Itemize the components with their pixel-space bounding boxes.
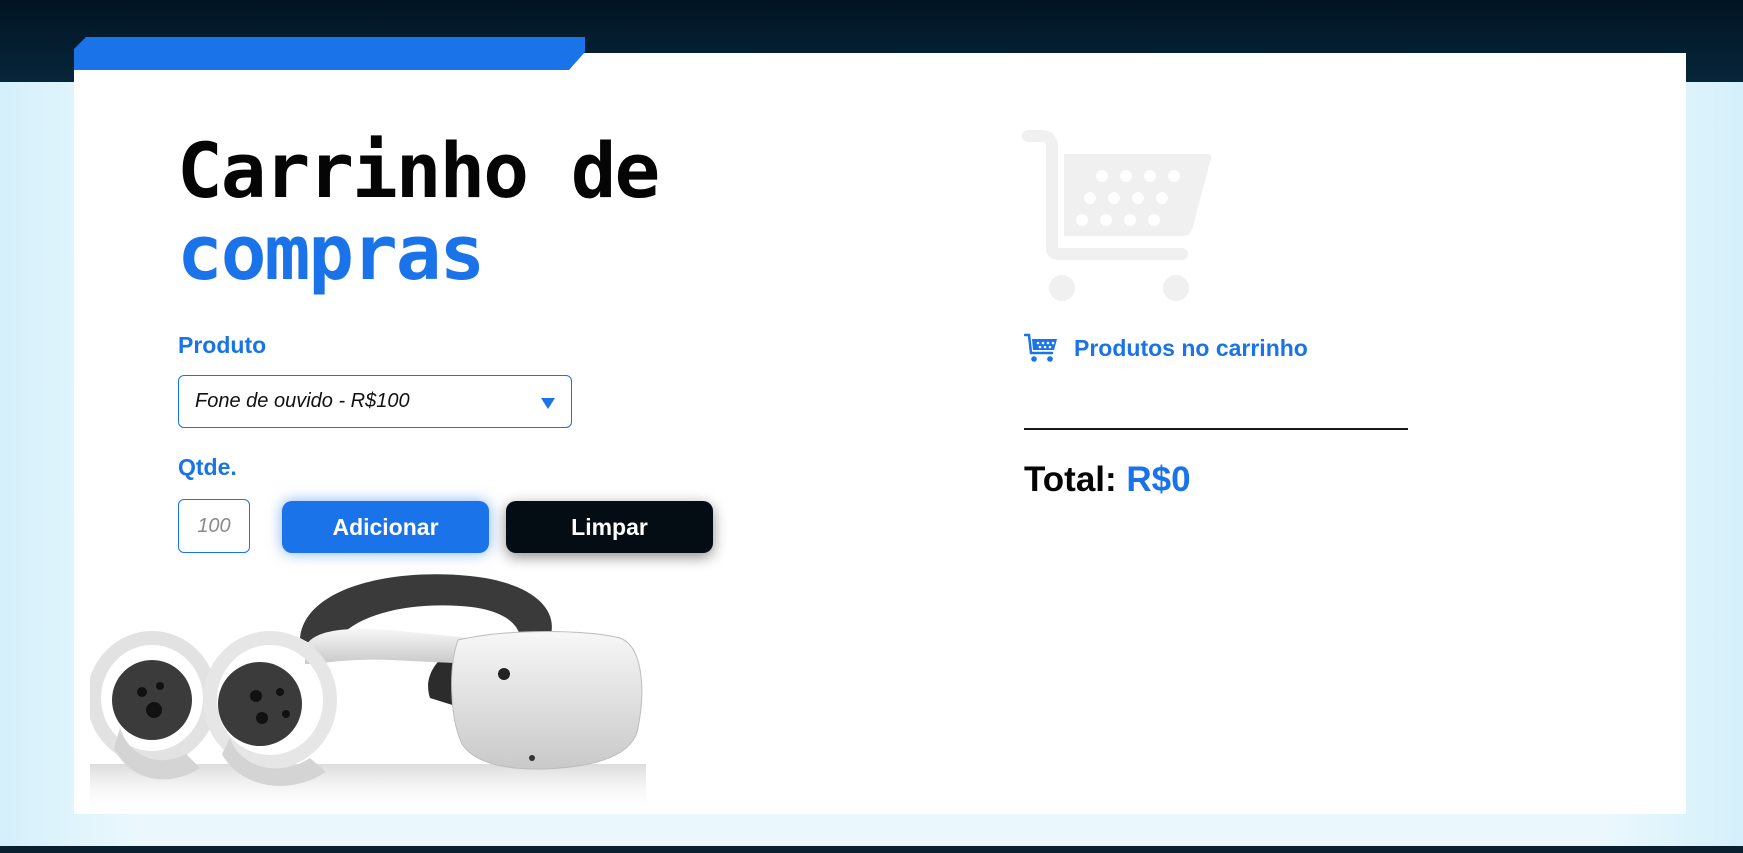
qty-label: Qtde. xyxy=(178,454,237,480)
page-title-line1: Carrinho de xyxy=(177,126,660,215)
page-title: Carrinho de compras xyxy=(177,126,660,297)
cart-items-list xyxy=(1024,372,1408,422)
product-label: Produto xyxy=(178,332,267,358)
vr-headset-image xyxy=(90,574,646,814)
total-label: Total: xyxy=(1024,460,1117,499)
shopping-cart-icon xyxy=(1024,333,1057,362)
product-select[interactable]: Fone de ouvido - R$100 xyxy=(178,375,572,428)
cart-title: Produtos no carrinho xyxy=(1074,335,1308,361)
product-select-value: Fone de ouvido - R$100 xyxy=(195,390,410,412)
card-accent-tab xyxy=(74,37,585,70)
cart-total: Total: R$0 xyxy=(1024,460,1191,500)
cart-divider xyxy=(1024,428,1408,430)
bottom-band xyxy=(0,846,1743,853)
triangle-down-icon xyxy=(541,398,555,409)
clear-button[interactable]: Limpar xyxy=(506,501,713,553)
page-title-line2: compras xyxy=(177,208,485,297)
shopping-cart-icon xyxy=(1022,130,1212,301)
qty-input[interactable] xyxy=(178,499,250,553)
total-value: R$0 xyxy=(1126,460,1191,499)
add-button[interactable]: Adicionar xyxy=(282,501,489,553)
